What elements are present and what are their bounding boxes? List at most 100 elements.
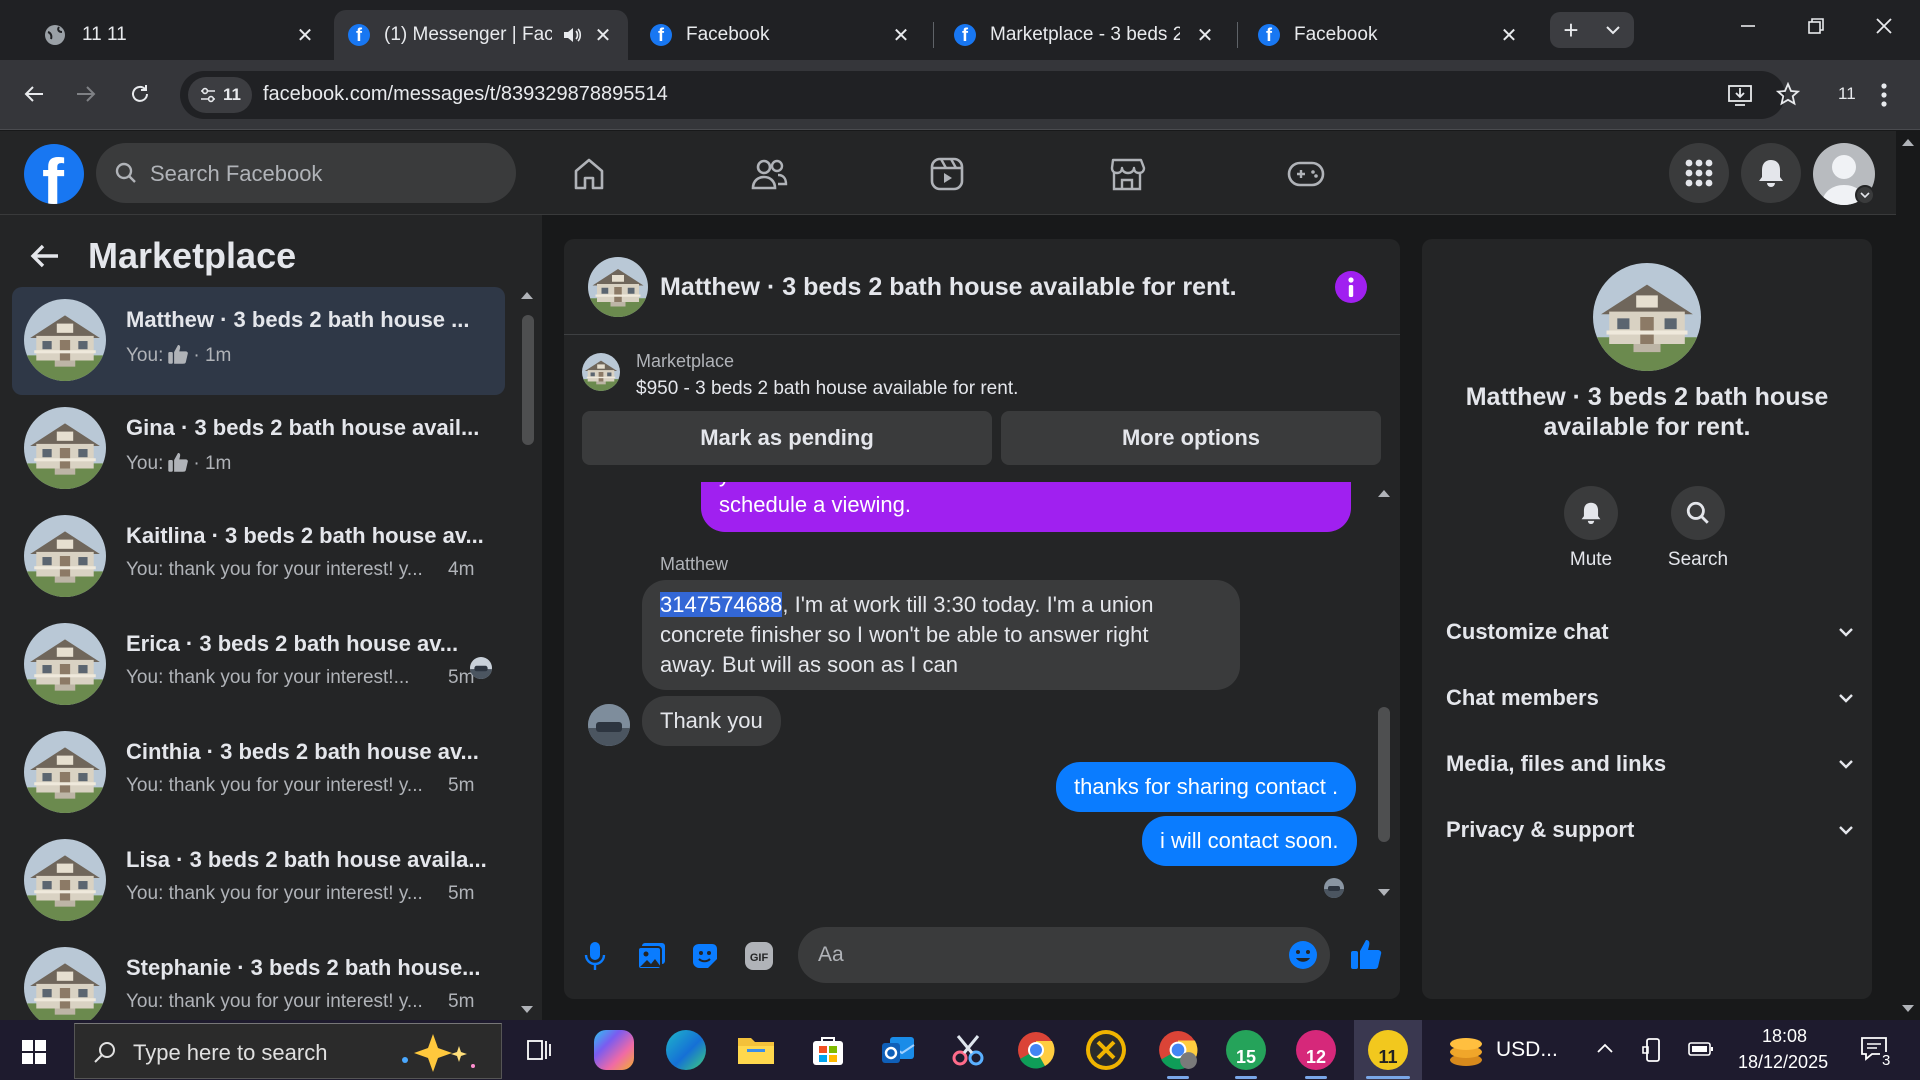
scroll-up-icon[interactable]	[1377, 488, 1391, 498]
notifications-button[interactable]	[1741, 143, 1801, 203]
outlook-icon[interactable]	[878, 1030, 918, 1070]
browser-tab-5[interactable]: f Facebook ✕	[1244, 10, 1534, 60]
phone-number-highlight[interactable]: 3147574688	[660, 592, 783, 617]
show-hidden-icons-icon[interactable]	[1596, 1042, 1614, 1054]
close-tab-icon[interactable]: ✕	[294, 24, 316, 47]
friends-icon[interactable]	[744, 149, 794, 199]
scroll-down-icon[interactable]	[1901, 1004, 1915, 1014]
more-options-button[interactable]: More options	[1001, 411, 1381, 465]
close-tab-icon[interactable]: ✕	[1194, 24, 1216, 47]
search-label[interactable]: Search	[1648, 549, 1748, 571]
conversation-item[interactable]: Kaitlina · 3 beds 2 bath house av... 4m Yo…	[12, 503, 505, 611]
site-info-button[interactable]: 11	[188, 77, 252, 113]
back-arrow-icon[interactable]	[30, 243, 60, 269]
close-tab-icon[interactable]: ✕	[890, 24, 912, 47]
close-window-icon[interactable]	[1874, 16, 1894, 36]
scroll-down-icon[interactable]	[1377, 888, 1391, 898]
task-view-icon[interactable]	[526, 1038, 552, 1062]
privacy-support-section[interactable]: Privacy & support	[1446, 810, 1854, 850]
gif-icon[interactable]: GIF	[744, 941, 774, 971]
restore-icon[interactable]	[1806, 16, 1826, 36]
marketplace-icon[interactable]	[1102, 149, 1152, 199]
home-icon[interactable]	[564, 149, 614, 199]
chevron-down-icon[interactable]	[1855, 185, 1875, 205]
new-tab-icon[interactable]: +	[1550, 15, 1592, 46]
chrome-icon[interactable]	[1016, 1030, 1056, 1070]
info-icon[interactable]	[1335, 271, 1367, 303]
clock-date[interactable]: 18/12/2025	[1738, 1052, 1828, 1073]
currency-widget-icon[interactable]	[1446, 1032, 1486, 1068]
battery-icon[interactable]	[1688, 1041, 1714, 1057]
sticker-icon[interactable]	[690, 941, 720, 971]
thread-scrollbar-thumb[interactable]	[1378, 707, 1390, 842]
chat-title[interactable]: Matthew · 3 beds 2 bath house available …	[660, 273, 1237, 302]
speaker-icon[interactable]	[562, 25, 582, 45]
address-bar[interactable]: 11 facebook.com/messages/t/8393298788955…	[180, 71, 1800, 119]
facebook-logo[interactable]: f	[24, 144, 84, 204]
close-tab-icon[interactable]: ✕	[1498, 24, 1520, 47]
chat-avatar[interactable]	[588, 257, 648, 317]
like-thumb-icon[interactable]	[1349, 937, 1383, 971]
minimize-icon[interactable]	[1738, 16, 1758, 36]
mark-as-pending-button[interactable]: Mark as pending	[582, 411, 992, 465]
search-conversation-button[interactable]	[1671, 486, 1725, 540]
listing-label: Marketplace	[636, 351, 735, 371]
conversation-item[interactable]: Erica · 3 beds 2 bath house av... 5m You: …	[12, 611, 505, 719]
app-badge-15-icon[interactable]: 15	[1226, 1030, 1266, 1070]
browser-tab-1[interactable]: 11 11 ✕	[30, 10, 330, 60]
clock-time[interactable]: 18:08	[1762, 1026, 1807, 1047]
copilot-icon[interactable]	[594, 1030, 634, 1070]
conversation-item[interactable]: Gina · 3 beds 2 bath house avail... You: ·…	[12, 395, 505, 503]
facebook-search-input[interactable]: Search Facebook	[96, 143, 516, 203]
photo-icon[interactable]	[637, 941, 667, 971]
taskbar-search-box[interactable]: Type here to search	[74, 1023, 502, 1079]
chat-members-section[interactable]: Chat members	[1446, 678, 1854, 718]
app-badge-12-icon[interactable]: 12	[1296, 1030, 1336, 1070]
sender-avatar[interactable]	[588, 704, 630, 746]
app-x-icon[interactable]	[1086, 1030, 1126, 1070]
phone-link-icon[interactable]	[1642, 1037, 1664, 1063]
browser-tab-4[interactable]: f Marketplace - 3 beds 2 bath house avai…	[940, 10, 1230, 60]
menu-dots-icon[interactable]	[1880, 82, 1888, 108]
browser-toolbar: 11 facebook.com/messages/t/8393298788955…	[0, 60, 1920, 130]
scroll-up-icon[interactable]	[1901, 137, 1915, 147]
close-tab-icon[interactable]: ✕	[592, 24, 614, 47]
file-explorer-icon[interactable]	[736, 1030, 776, 1070]
edge-icon[interactable]	[666, 1030, 706, 1070]
conversation-item[interactable]: Matthew · 3 beds 2 bath house ... You: · 1…	[12, 287, 505, 395]
menu-grid-button[interactable]	[1669, 143, 1729, 203]
windows-start-icon[interactable]	[22, 1040, 46, 1064]
reels-icon[interactable]	[922, 149, 972, 199]
conversation-name: Kaitlina · 3 beds 2 bath house av...	[126, 523, 484, 548]
app-badge-11-icon[interactable]: 11	[1368, 1030, 1408, 1070]
bookmark-star-icon[interactable]	[1776, 82, 1800, 106]
emoji-icon[interactable]	[1288, 940, 1318, 970]
conversation-item[interactable]: Lisa · 3 beds 2 bath house availa... 5m Yo…	[12, 827, 505, 935]
tune-icon	[199, 86, 217, 104]
mute-button[interactable]	[1564, 486, 1618, 540]
install-app-icon[interactable]	[1727, 83, 1753, 107]
forward-icon[interactable]	[66, 74, 106, 114]
reload-icon[interactable]	[120, 74, 160, 114]
browser-tab-3[interactable]: f Facebook ✕	[636, 10, 926, 60]
customize-chat-section[interactable]: Customize chat	[1446, 612, 1854, 652]
like-thumb-icon	[163, 452, 193, 474]
message-input[interactable]: Aa	[798, 927, 1330, 983]
microphone-icon[interactable]	[584, 941, 606, 971]
media-files-links-section[interactable]: Media, files and links	[1446, 744, 1854, 784]
profile-button[interactable]: 11	[1838, 84, 1856, 104]
browser-tab-messenger[interactable]: f (1) Messenger | Facebook ✕	[334, 10, 628, 60]
mute-label[interactable]: Mute	[1541, 549, 1641, 571]
microsoft-store-icon[interactable]	[808, 1030, 848, 1070]
currency-widget-text[interactable]: USD...	[1496, 1038, 1558, 1062]
page-scrollbar[interactable]	[1896, 131, 1920, 1020]
conversation-item[interactable]: Cinthia · 3 beds 2 bath house av... 5m You…	[12, 719, 505, 827]
scroll-up-icon[interactable]	[520, 290, 534, 300]
scroll-down-icon[interactable]	[520, 1005, 534, 1015]
snipping-tool-icon[interactable]	[948, 1030, 988, 1070]
tab-search-icon[interactable]	[1592, 25, 1634, 35]
back-icon[interactable]	[14, 74, 54, 114]
chrome-profile-icon[interactable]	[1158, 1030, 1198, 1070]
sidebar-scrollbar-thumb[interactable]	[522, 315, 534, 445]
gaming-icon[interactable]	[1281, 149, 1331, 199]
